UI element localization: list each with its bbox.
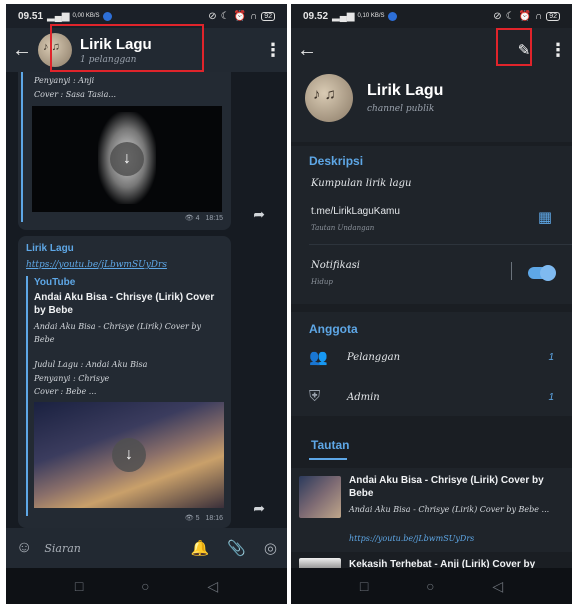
message-list[interactable]: Penyanyi : Anji Cover : Sasa Tasia... ↓ …: [6, 72, 287, 528]
channel-profile: Lirik Lagu channel publik: [291, 72, 572, 142]
back-arrow-icon[interactable]: ←: [6, 39, 38, 62]
admins-label[interactable]: Admin: [347, 392, 380, 403]
notification-label: Notifikasi: [311, 260, 361, 271]
members-heading: Anggota: [309, 322, 358, 336]
shared-link-item[interactable]: Andai Aku Bisa - Chrisye (Lirik) Cover b…: [291, 468, 572, 552]
alarm-icon: ⏰: [518, 10, 532, 22]
facebook-icon: [102, 11, 112, 21]
notification-toggle[interactable]: [528, 265, 556, 281]
highlight-box: [496, 28, 532, 66]
download-icon[interactable]: ↓: [110, 142, 144, 176]
message-line: Penyanyi : Chrisye: [34, 374, 110, 383]
moon-icon: ☾: [505, 10, 515, 22]
network-speed: 0,00 KB/S: [72, 13, 100, 19]
battery-indicator: 92: [546, 11, 560, 21]
link-url[interactable]: https://youtu.be/jLbwmSUyDrs: [349, 534, 474, 543]
link-preview-site: YouTube: [34, 277, 76, 288]
link-title: Andai Aku Bisa - Chrisye (Lirik) Cover b…: [349, 475, 544, 499]
moon-icon: ☾: [220, 10, 230, 22]
nav-back-icon[interactable]: ◁: [207, 578, 218, 595]
message-meta: 👁 5 18:16: [185, 514, 223, 522]
message-bubble[interactable]: Lirik Lagu https://youtu.be/jLbwmSUyDrs …: [18, 236, 231, 528]
status-bar: 09.52 ▂▄▆ 0,10 KB/S ⊘ ☾ ⏰ ∩ 92: [291, 4, 572, 28]
download-icon[interactable]: ↓: [112, 438, 146, 472]
more-options-icon[interactable]: ⋮: [259, 40, 287, 61]
system-nav-bar: □ ○ ◁: [291, 568, 572, 604]
link-thumbnail: [299, 476, 341, 518]
admins-count: 1: [548, 392, 554, 403]
description-heading: Deskripsi: [309, 154, 364, 168]
signal-icon: ▂▄▆: [47, 10, 70, 22]
channel-title: Lirik Lagu: [367, 82, 444, 99]
channel-info-screen: 09.52 ▂▄▆ 0,10 KB/S ⊘ ☾ ⏰ ∩ 92 ← ✎ ⋮ Lir…: [291, 4, 572, 604]
link-preview-title: Andai Aku Bisa - Chrisye (Lirik) Cover b…: [34, 292, 215, 316]
headphone-icon: ∩: [535, 10, 543, 22]
video-thumbnail[interactable]: ↓: [32, 106, 222, 212]
status-time: 09.51: [18, 10, 44, 22]
channel-type: channel publik: [367, 104, 435, 114]
divider: [309, 244, 572, 245]
video-thumbnail[interactable]: ↓: [34, 402, 224, 508]
nav-back-icon[interactable]: ◁: [492, 578, 503, 595]
mute-icon: ⊘: [493, 10, 502, 22]
links-section: Tautan Andai Aku Bisa - Chrisye (Lirik) …: [291, 424, 572, 572]
home-icon[interactable]: ○: [426, 578, 434, 594]
message-line: Cover : Bebe ...: [34, 387, 97, 396]
invite-link-label: Tautan Undangan: [311, 224, 375, 232]
headphone-icon: ∩: [250, 10, 258, 22]
eye-icon: 👁: [184, 515, 194, 522]
tab-indicator: [309, 458, 347, 460]
eye-icon: 👁: [184, 215, 194, 222]
link-preview-desc: Andai Aku Bisa - Chrisye (Lirik) Cover b…: [34, 322, 201, 344]
facebook-icon: [387, 11, 397, 21]
highlight-box: [50, 24, 204, 72]
description-section: Deskripsi Kumpulan lirik lagu t.me/Lirik…: [291, 146, 572, 304]
message-line: Judul Lagu : Andai Aku Bisa: [34, 360, 148, 369]
message-time: 18:15: [205, 215, 223, 222]
mute-icon: ⊘: [208, 10, 217, 22]
link-description: Andai Aku Bisa - Chrisye (Lirik) Cover b…: [349, 505, 550, 514]
view-count: 4: [195, 215, 200, 222]
divider: [511, 262, 512, 280]
attach-icon[interactable]: 📎: [227, 539, 246, 557]
broadcast-bar: ☺ Siaran 🔔 📎 ◎: [6, 528, 287, 568]
camera-icon[interactable]: ◎: [264, 539, 277, 557]
signal-icon: ▂▄▆: [332, 10, 355, 22]
forward-icon[interactable]: ➦: [253, 206, 265, 223]
message-bubble[interactable]: Penyanyi : Anji Cover : Sasa Tasia... ↓ …: [18, 72, 231, 230]
message-input[interactable]: Siaran: [44, 542, 81, 555]
tab-links[interactable]: Tautan: [311, 438, 349, 452]
channel-avatar[interactable]: [305, 74, 353, 122]
notification-state: Hidup: [311, 278, 333, 286]
subscribers-count: 1: [548, 352, 554, 363]
forward-icon[interactable]: ➦: [253, 500, 265, 517]
people-icon: 👥: [309, 349, 328, 366]
message-meta: 👁 4 18:15: [185, 214, 223, 222]
status-time: 09.52: [303, 10, 329, 22]
home-icon[interactable]: ○: [141, 578, 149, 594]
emoji-icon[interactable]: ☺: [16, 539, 32, 557]
network-speed: 0,10 KB/S: [357, 13, 385, 19]
message-link[interactable]: https://youtu.be/jLbwmSUyDrs: [26, 260, 167, 270]
invite-link[interactable]: t.me/LirikLaguKamu: [311, 206, 400, 217]
chat-screen: 09.51 ▂▄▆ 0,00 KB/S ⊘ ☾ ⏰ ∩ 92 ← Lirik L…: [6, 4, 287, 604]
message-line: Cover : Sasa Tasia...: [34, 90, 117, 99]
view-count: 5: [195, 515, 200, 522]
description-text: Kumpulan lirik lagu: [311, 178, 412, 189]
recents-icon[interactable]: □: [360, 578, 368, 594]
message-line: Penyanyi : Anji: [34, 76, 95, 85]
message-time: 18:16: [205, 515, 223, 522]
members-section: Anggota 👥 Pelanggan 1 ⛨ Admin 1: [291, 312, 572, 416]
channel-name[interactable]: Lirik Lagu: [26, 243, 74, 254]
back-arrow-icon[interactable]: ←: [291, 39, 323, 62]
recents-icon[interactable]: □: [75, 578, 83, 594]
qr-code-icon[interactable]: ▦: [538, 208, 552, 226]
bell-icon[interactable]: 🔔: [191, 539, 210, 557]
system-nav-bar: □ ○ ◁: [6, 568, 287, 604]
battery-indicator: 92: [261, 11, 275, 21]
alarm-icon: ⏰: [233, 10, 247, 22]
more-options-icon[interactable]: ⋮: [544, 40, 572, 61]
shield-icon: ⛨: [309, 388, 321, 405]
subscribers-label[interactable]: Pelanggan: [347, 352, 400, 363]
